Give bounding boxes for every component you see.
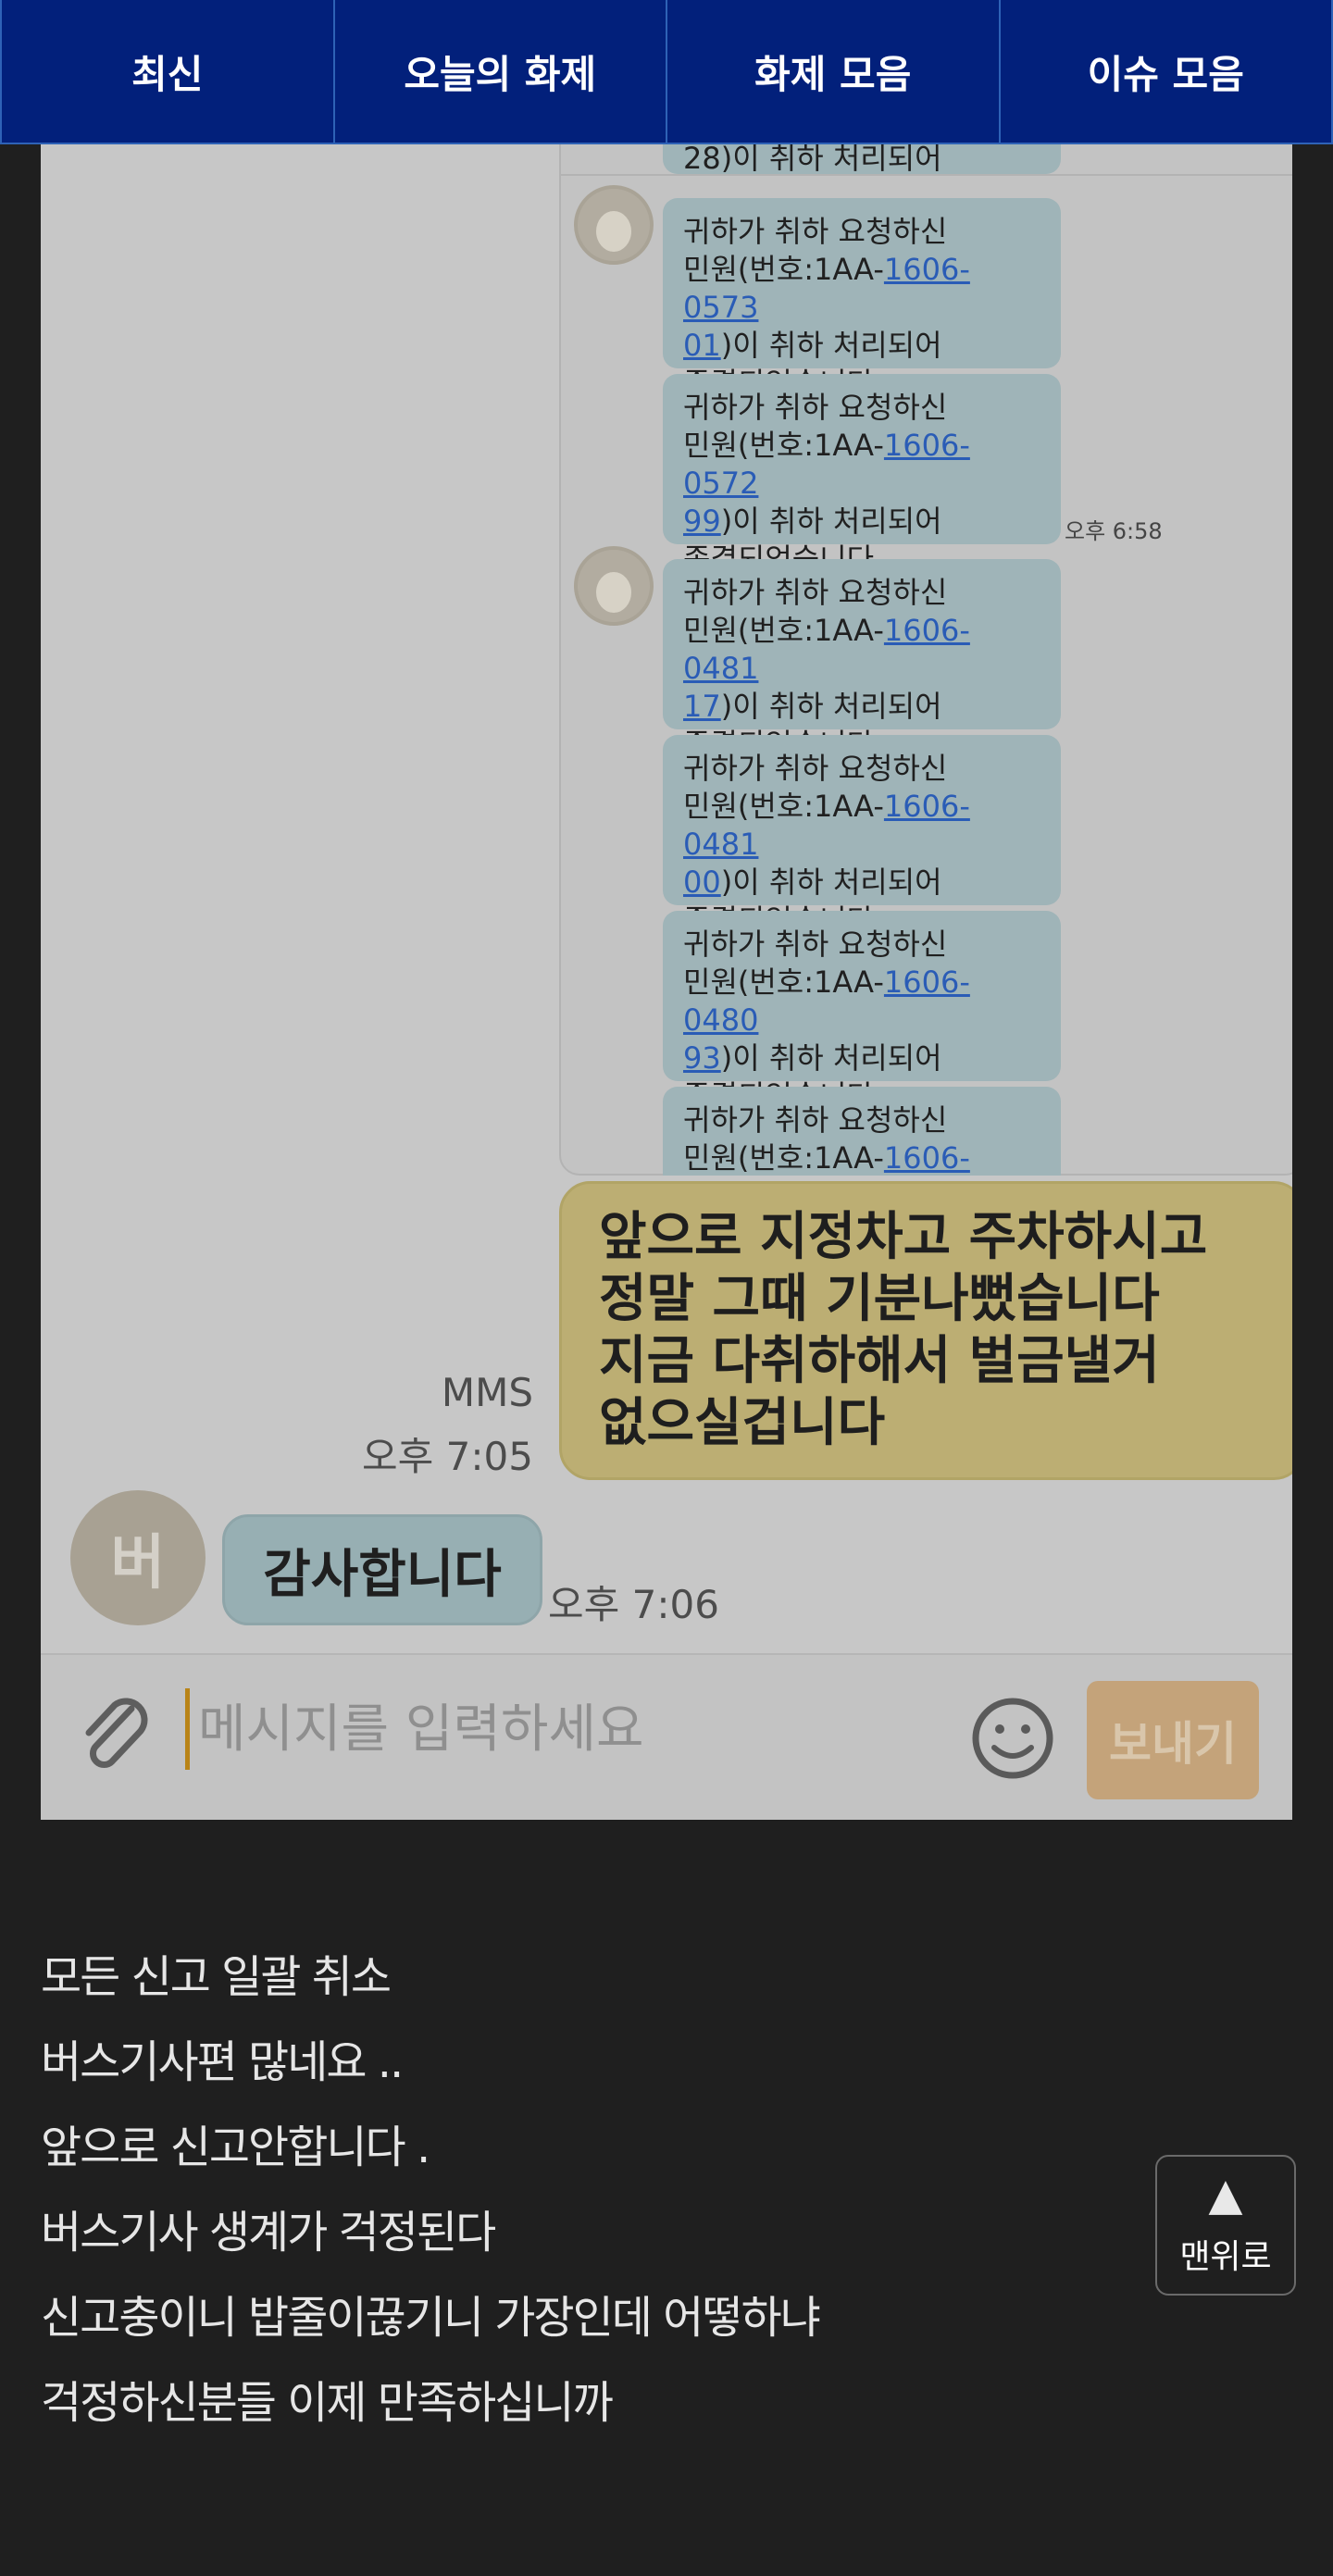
avatar: 버 xyxy=(70,1490,206,1625)
arrow-up-icon: ▲ xyxy=(1208,2169,1243,2221)
article-line: 앞으로 신고안합니다 . xyxy=(41,2122,430,2173)
tab-today-topic[interactable]: 오늘의 화제 xyxy=(332,0,666,143)
sms-bubble: 귀하가 취하 요청하신 민원(번호:1AA-1606-0573 01)이 취하 … xyxy=(663,198,1061,401)
message-input[interactable] xyxy=(198,1692,846,1766)
text-caret xyxy=(185,1688,190,1770)
sms-bubble: 귀하가 취하 요청하신 민원(번호:1AA-1606-0480 93)이 취하 … xyxy=(663,911,1061,1114)
sent-message-bubble: 앞으로 지정차고 주차하시고 정말 그때 기분나뻤습니다 지금 다취하해서 벌금… xyxy=(559,1181,1292,1480)
article-line: 버스기사 생계가 걱정된다 xyxy=(41,2207,496,2259)
complaint-number-link[interactable]: 00 xyxy=(683,865,721,900)
article-body: 모든 신고 일괄 취소 버스기사편 많네요 .. 앞으로 신고안합니다 . 버스… xyxy=(41,1935,1059,2445)
article-line: 버스기사편 많네요 .. xyxy=(41,2036,404,2088)
scroll-to-top-label: 맨위로 xyxy=(1179,2238,1272,2276)
chat-screenshot-image: 28)이 취하 처리되어 귀하가 취하 요청하신 민원(번호:1AA-1606-… xyxy=(41,0,1292,1820)
sms-bubble: 귀하가 취하 요청하신 민원(번호:1AA-1606-0481 00)이 취하 … xyxy=(663,735,1061,938)
complaint-number-link[interactable]: 93 xyxy=(683,1040,721,1076)
sender-avatar xyxy=(574,546,654,626)
received-message-time: 오후 7:06 xyxy=(548,1582,719,1627)
complaint-number-link[interactable]: 01 xyxy=(683,328,721,363)
tab-topic-collection[interactable]: 화제 모음 xyxy=(666,0,999,143)
message-input-bar: 보내기 xyxy=(41,1653,1292,1820)
tab-issue-collection[interactable]: 이슈 모음 xyxy=(998,0,1333,143)
mms-label: MMS xyxy=(441,1370,533,1415)
scroll-to-top-button[interactable]: ▲ 맨위로 xyxy=(1155,2155,1296,2296)
top-navigation: 최신 오늘의 화제 화제 모음 이슈 모음 xyxy=(0,0,1333,144)
received-message-bubble: 감사합니다 xyxy=(222,1514,542,1625)
article-line: 신고충이니 밥줄이끊기니 가장인데 어떻하냐 xyxy=(41,2292,821,2344)
sent-message-time: 오후 7:05 xyxy=(362,1434,533,1479)
sms-separator xyxy=(559,174,1292,176)
tab-latest[interactable]: 최신 xyxy=(0,0,333,143)
sms-bubble: 귀하가 취하 요청하신 민원(번호:1AA-1606-0572 99)이 취하 … xyxy=(663,374,1061,577)
sender-avatar xyxy=(574,185,654,265)
send-button[interactable]: 보내기 xyxy=(1087,1681,1259,1799)
article-line: 걱정하신분들 이제 만족하십니까 xyxy=(41,2377,614,2429)
sms-partial-line: 28)이 취하 처리되어 xyxy=(683,141,942,176)
complaint-number-link[interactable]: 17 xyxy=(683,689,721,724)
emoji-icon[interactable] xyxy=(970,1696,1055,1781)
paperclip-icon[interactable] xyxy=(78,1692,152,1775)
article-line: 모든 신고 일괄 취소 xyxy=(41,1951,392,2003)
sms-bubble: 귀하가 취하 요청하신 민원(번호:1AA-1606-0425 xyxy=(663,1087,1061,1213)
sms-timestamp: 오후 6:58 xyxy=(1065,518,1163,544)
sms-bubble: 귀하가 취하 요청하신 민원(번호:1AA-1606-0481 17)이 취하 … xyxy=(663,559,1061,762)
complaint-number-link[interactable]: 99 xyxy=(683,504,721,539)
